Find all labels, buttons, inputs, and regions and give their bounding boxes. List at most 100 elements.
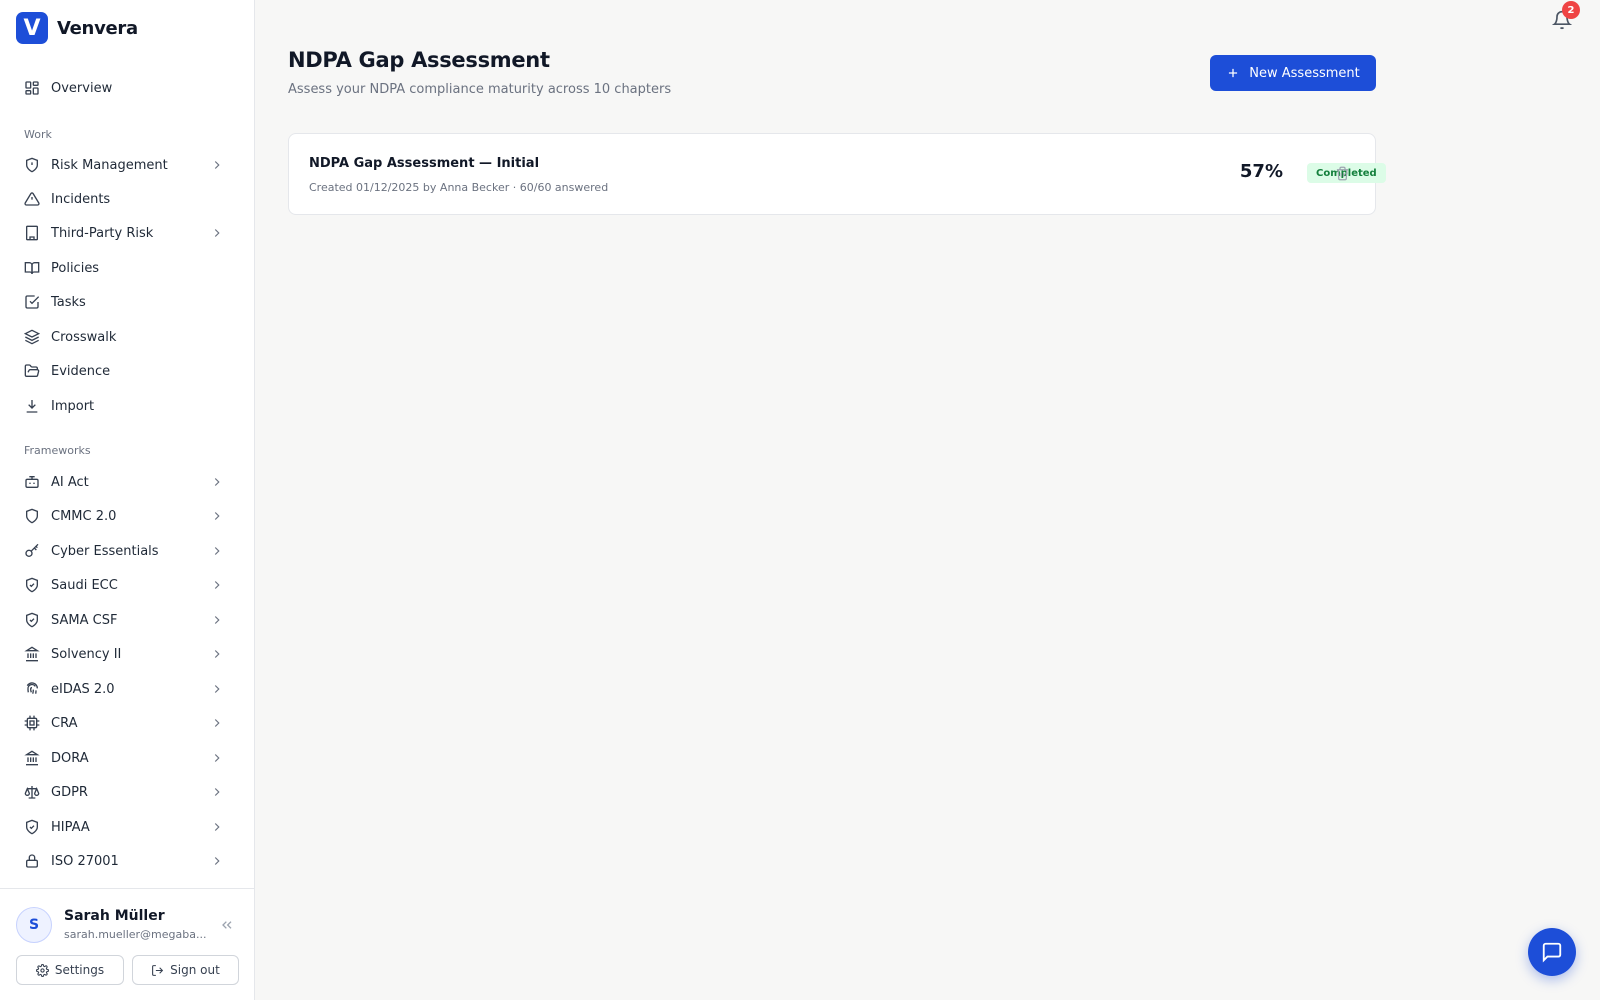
sidebar-item-label: SAMA CSF	[51, 612, 118, 628]
lock-icon	[24, 853, 40, 869]
settings-button[interactable]: Settings	[16, 955, 124, 985]
chevron-right-icon	[214, 719, 220, 727]
landmark-icon	[24, 750, 40, 766]
cpu-icon	[24, 715, 40, 731]
assessment-card[interactable]: NDPA Gap Assessment — Initial Created 01…	[288, 133, 1386, 215]
sidebar-item-label: Risk Management	[51, 157, 168, 173]
sidebar-item-label: DORA	[51, 750, 89, 766]
sidebar-item-policies[interactable]: Policies	[16, 252, 238, 284]
fingerprint-icon	[24, 681, 40, 697]
plus-icon	[1229, 68, 1238, 78]
sidebar-item-ai-act[interactable]: AI Act	[16, 466, 238, 498]
chat-bubble-icon	[1542, 942, 1562, 963]
chevron-right-icon	[214, 685, 220, 693]
user-panel: S Sarah Müller sarah.mueller@megaba... S…	[0, 888, 254, 1000]
shield-check-icon	[24, 612, 40, 628]
bot-icon	[24, 474, 40, 490]
sidebar-item-cra[interactable]: CRA	[16, 707, 238, 739]
chevron-right-icon	[214, 650, 220, 658]
key-icon	[24, 543, 40, 559]
sidebar-item-crosswalk[interactable]: Crosswalk	[16, 321, 238, 353]
sidebar-item-tasks[interactable]: Tasks	[16, 286, 238, 318]
sidebar-item-incidents[interactable]: Incidents	[16, 183, 238, 215]
user-name: Sarah Müller	[64, 908, 165, 924]
avatar[interactable]: S	[16, 907, 52, 943]
brand-name: Venvera	[57, 17, 138, 39]
sidebar-item-iso-27001[interactable]: ISO 27001	[16, 845, 238, 877]
gear-icon	[35, 963, 49, 977]
assessment-meta: Created 01/12/2025 by Anna Becker · 60/6…	[309, 181, 609, 194]
page-subtitle: Assess your NDPA compliance maturity acr…	[288, 82, 672, 97]
layout-grid-icon	[24, 80, 40, 96]
sidebar-item-label: Import	[51, 398, 95, 414]
shield-icon	[24, 508, 40, 524]
sidebar-item-label: CMMC 2.0	[51, 508, 117, 524]
check-square-icon	[24, 294, 40, 310]
book-open-icon	[24, 260, 40, 276]
sidebar-item-label: GDPR	[51, 784, 88, 800]
shield-alert-icon	[24, 157, 40, 173]
chevron-right-icon	[214, 788, 220, 796]
sign-out-button[interactable]: Sign out	[132, 955, 239, 985]
sidebar-item-gdpr[interactable]: GDPR	[16, 776, 238, 808]
download-icon	[24, 398, 40, 414]
assessment-score: 57%	[1239, 161, 1283, 182]
sidebar-item-hipaa[interactable]: HIPAA	[16, 811, 238, 843]
sidebar-item-label: CRA	[51, 715, 78, 731]
page-title: NDPA Gap Assessment	[288, 48, 550, 72]
shield-check-icon	[24, 819, 40, 835]
new-assessment-label: New Assessment	[1249, 65, 1360, 81]
chevron-right-icon	[214, 547, 220, 555]
layers-icon	[24, 329, 40, 345]
sidebar-item-import[interactable]: Import	[16, 390, 238, 422]
chevron-right-icon	[214, 581, 220, 589]
chevron-right-icon	[214, 823, 220, 831]
sidebar-item-evidence[interactable]: Evidence	[16, 355, 238, 387]
sidebar-nav: Overview Work Risk Management Incidents …	[0, 70, 254, 882]
sidebar-item-sama-csf[interactable]: SAMA CSF	[16, 604, 238, 636]
warning-triangle-icon	[24, 191, 40, 207]
sidebar-item-label: Overview	[51, 80, 113, 96]
new-assessment-button[interactable]: New Assessment	[1210, 55, 1376, 91]
chevron-right-icon	[214, 616, 220, 624]
sidebar-item-label: Evidence	[51, 363, 111, 379]
chevron-right-icon	[214, 857, 220, 865]
sign-out-label: Sign out	[170, 963, 220, 977]
shield-check-icon	[24, 577, 40, 593]
chevron-right-icon	[214, 229, 220, 237]
sidebar-item-label: Tasks	[51, 294, 86, 310]
sidebar-item-label: Crosswalk	[51, 329, 117, 345]
sidebar-item-dora[interactable]: DORA	[16, 742, 238, 774]
chevron-right-icon	[214, 478, 220, 486]
sidebar-item-risk-management[interactable]: Risk Management	[16, 149, 238, 181]
assessment-title: NDPA Gap Assessment — Initial	[309, 156, 540, 171]
folder-open-icon	[24, 363, 40, 379]
collapse-sidebar-icon[interactable]	[219, 917, 235, 933]
trash-icon[interactable]	[1335, 166, 1350, 181]
building-icon	[24, 225, 40, 241]
sidebar-item-saudi-ecc[interactable]: Saudi ECC	[16, 569, 238, 601]
log-out-icon	[152, 964, 164, 976]
chevron-right-icon	[214, 754, 220, 762]
sidebar-item-label: Cyber Essentials	[51, 543, 159, 559]
chat-button[interactable]	[1528, 928, 1576, 976]
sidebar-item-cmmc[interactable]: CMMC 2.0	[16, 500, 238, 532]
notification-count-badge: 2	[1562, 1, 1580, 19]
sidebar-item-label: Solvency II	[51, 646, 122, 662]
sidebar-item-cyber-essentials[interactable]: Cyber Essentials	[16, 535, 238, 567]
scale-icon	[24, 784, 40, 800]
sidebar-item-eidas[interactable]: eIDAS 2.0	[16, 673, 238, 705]
sidebar-item-label: ISO 27001	[51, 853, 119, 869]
sidebar-item-third-party-risk[interactable]: Third-Party Risk	[16, 217, 238, 249]
sidebar-item-overview[interactable]: Overview	[16, 72, 238, 104]
brand[interactable]: V Venvera	[16, 12, 138, 44]
sidebar-item-solvency-ii[interactable]: Solvency II	[16, 638, 238, 670]
user-email: sarah.mueller@megaba...	[64, 928, 207, 941]
sidebar-item-label: AI Act	[51, 474, 89, 490]
brand-logo: V	[16, 12, 48, 44]
chevron-right-icon	[214, 161, 220, 169]
section-label-frameworks: Frameworks	[24, 444, 91, 457]
landmark-icon	[24, 646, 40, 662]
sidebar-item-label: Third-Party Risk	[51, 225, 154, 241]
chevron-right-icon	[214, 512, 220, 520]
